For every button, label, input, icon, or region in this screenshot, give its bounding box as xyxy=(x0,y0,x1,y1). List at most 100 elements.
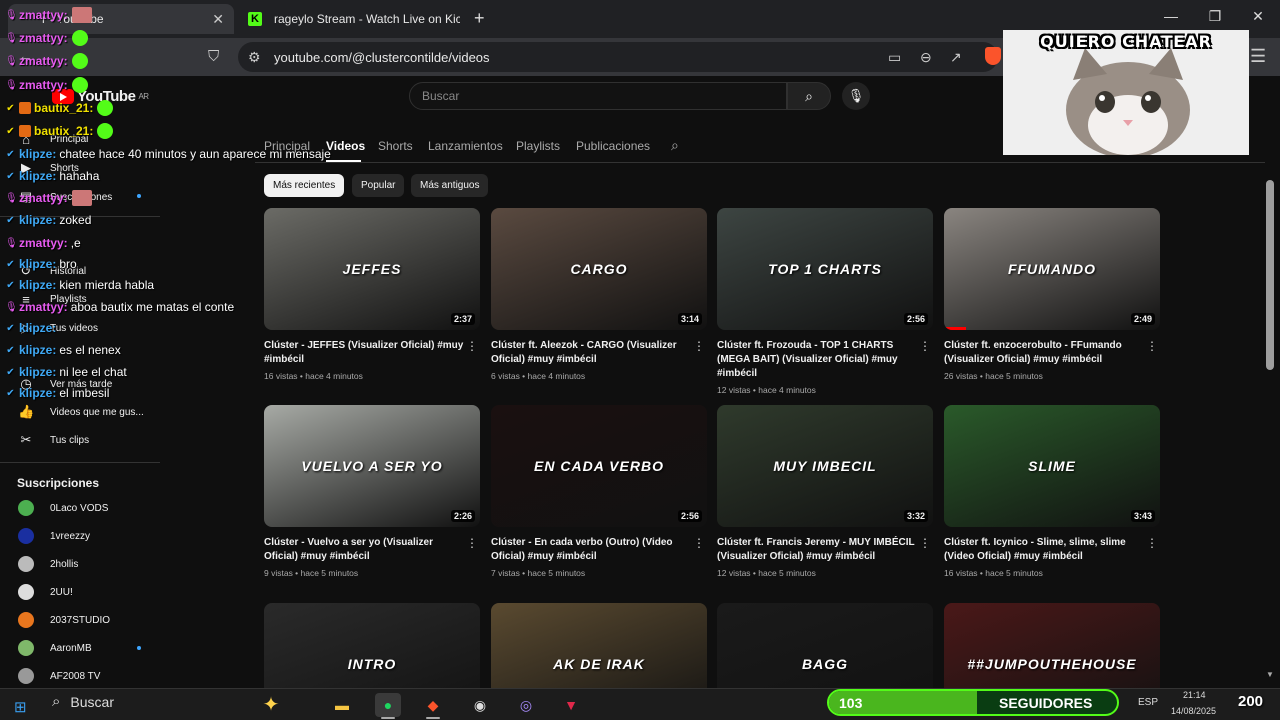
clock-time[interactable]: 21:14 xyxy=(1183,690,1206,700)
subscription-item[interactable]: 2UU! xyxy=(18,584,73,600)
video-thumbnail[interactable]: VUELVO A SER YO 2:26 xyxy=(264,405,480,527)
video-card[interactable]: JEFFES 2:37 Clúster - JEFFES (Visualizer O… xyxy=(264,208,480,381)
scrollbar[interactable] xyxy=(1266,180,1274,370)
share-icon[interactable]: ↗ xyxy=(950,49,962,66)
voice-search-button[interactable]: 🎙 xyxy=(842,82,870,110)
subscription-item[interactable]: 1vreezzy xyxy=(18,528,90,544)
obs-icon[interactable]: ◉ xyxy=(467,693,493,717)
chat-username[interactable]: zmattyy: xyxy=(19,31,68,45)
scroll-down-icon[interactable]: ▼ xyxy=(1266,670,1274,679)
video-card[interactable]: TOP 1 CHARTS 2:56 Clúster ft. Frozouda - T… xyxy=(717,208,933,395)
tab-publicaciones[interactable]: Publicaciones xyxy=(576,139,650,153)
discord-icon[interactable]: ◎ xyxy=(513,693,539,717)
video-thumbnail[interactable]: MUY IMBECIL 3:32 xyxy=(717,405,933,527)
copilot-sparkle-icon[interactable]: ✦ xyxy=(258,693,284,717)
video-thumbnail[interactable]: CARGO 3:14 xyxy=(491,208,707,330)
file-explorer-icon[interactable]: ▬ xyxy=(329,693,355,717)
close-tab-icon[interactable]: ✕ xyxy=(212,11,224,28)
brave-shield-icon[interactable] xyxy=(985,47,1001,65)
more-options-icon[interactable]: ⋮ xyxy=(693,339,705,353)
more-options-icon[interactable]: ⋮ xyxy=(919,536,931,550)
windows-start-icon[interactable]: ⊞ xyxy=(14,698,27,716)
spotify-icon[interactable]: ● xyxy=(375,693,401,717)
cast-icon[interactable]: ▭ xyxy=(888,49,901,66)
app-icon[interactable]: ▼ xyxy=(558,693,584,717)
more-options-icon[interactable]: ⋮ xyxy=(693,536,705,550)
video-title[interactable]: Clúster - En cada verbo (Outro) (Video O… xyxy=(491,536,691,564)
tab-lanzamientos[interactable]: Lanzamientos xyxy=(428,139,503,153)
chat-username[interactable]: zmattyy: xyxy=(19,300,68,314)
video-thumbnail[interactable]: TOP 1 CHARTS 2:56 xyxy=(717,208,933,330)
sidebar-item-liked-videos[interactable]: 👍 Videos que me gus... xyxy=(18,404,144,420)
subscription-item[interactable]: AaronMB xyxy=(18,640,92,656)
video-card[interactable]: CARGO 3:14 Clúster ft. Aleezok - CARGO (Vi… xyxy=(491,208,707,381)
video-thumbnail[interactable]: EN CADA VERBO 2:56 xyxy=(491,405,707,527)
chat-username[interactable]: zmattyy: xyxy=(19,191,68,205)
taskbar-search[interactable]: ⌕ Buscar xyxy=(52,693,114,710)
chat-username[interactable]: zmattyy: xyxy=(19,78,68,92)
more-options-icon[interactable]: ⋮ xyxy=(466,536,478,550)
tab-videos[interactable]: Videos xyxy=(326,139,365,153)
chip-mas-antiguos[interactable]: Más antiguos xyxy=(411,174,489,197)
chat-username[interactable]: zmattyy: xyxy=(19,8,68,22)
chip-mas-recientes[interactable]: Más recientes xyxy=(264,174,345,197)
video-title[interactable]: Clúster - JEFFES (Visualizer Oficial) #m… xyxy=(264,339,464,367)
video-card[interactable]: VUELVO A SER YO 2:26 Clúster - Vuelvo a se… xyxy=(264,405,480,578)
chat-username[interactable]: klipze: xyxy=(19,386,56,400)
zoom-icon[interactable]: ⊖ xyxy=(920,49,932,66)
channel-search-icon[interactable]: ⌕ xyxy=(671,137,679,154)
video-card[interactable]: MUY IMBECIL 3:32 Clúster ft. Francis Jerem… xyxy=(717,405,933,578)
subscription-item[interactable]: 2hollis xyxy=(18,556,78,572)
restore-icon[interactable]: ❐ xyxy=(1200,8,1230,25)
chat-username[interactable]: klipze: xyxy=(19,147,56,161)
sidebar-item-tus-clips[interactable]: ✂ Tus clips xyxy=(18,432,90,448)
video-title[interactable]: Clúster ft. Frozouda - TOP 1 CHARTS (MEG… xyxy=(717,339,917,381)
chat-username[interactable]: zmattyy: xyxy=(19,54,68,68)
subscription-item[interactable]: 2037STUDIO xyxy=(18,612,110,628)
tab-kick[interactable]: K rageylo Stream - Watch Live on Kick xyxy=(240,4,460,34)
brave-browser-icon[interactable]: ◆ xyxy=(420,693,446,717)
subscription-item[interactable]: 0Laco VODS xyxy=(18,500,108,516)
language-indicator[interactable]: ESP xyxy=(1138,697,1158,708)
new-tab-icon[interactable]: + xyxy=(474,8,485,29)
site-settings-icon[interactable]: ⚙ xyxy=(248,49,261,66)
chat-username[interactable]: klipze: xyxy=(19,278,56,292)
video-card[interactable]: SLIME 3:43 Clúster ft. Icynico - Slime, sl… xyxy=(944,405,1160,578)
chat-username[interactable]: bautix_21: xyxy=(34,101,93,115)
video-title[interactable]: Clúster ft. Aleezok - CARGO (Visualizer … xyxy=(491,339,691,367)
address-bar[interactable]: ⚙ youtube.com/@clustercontilde/videos ▭ … xyxy=(238,42,998,72)
chat-username[interactable]: klipze: xyxy=(19,365,56,379)
chip-popular[interactable]: Popular xyxy=(352,174,405,197)
more-options-icon[interactable]: ⋮ xyxy=(466,339,478,353)
clock-date[interactable]: 14/08/2025 xyxy=(1171,706,1216,716)
chat-username[interactable]: klipze: xyxy=(19,343,56,357)
video-thumbnail[interactable]: SLIME 3:43 xyxy=(944,405,1160,527)
search-input[interactable]: Buscar xyxy=(409,82,787,110)
tab-shorts[interactable]: Shorts xyxy=(378,139,413,153)
video-title[interactable]: Clúster ft. enzocerobulto - FFumando (Vi… xyxy=(944,339,1144,367)
video-thumbnail[interactable]: FFUMANDO 2:49 xyxy=(944,208,1160,330)
more-options-icon[interactable]: ⋮ xyxy=(919,339,931,353)
more-options-icon[interactable]: ⋮ xyxy=(1146,339,1158,353)
chat-username[interactable]: klipze: xyxy=(19,169,56,183)
chat-username[interactable]: zmattyy: xyxy=(19,236,68,250)
menu-icon[interactable]: ☰ xyxy=(1250,46,1266,67)
bookmark-icon[interactable]: ⛉ xyxy=(208,48,219,65)
search-button[interactable]: ⌕ xyxy=(787,82,831,110)
tab-playlists[interactable]: Playlists xyxy=(516,139,560,153)
chat-username[interactable]: klipze: xyxy=(19,257,56,271)
video-title[interactable]: Clúster ft. Icynico - Slime, slime, slim… xyxy=(944,536,1144,564)
close-window-icon[interactable]: ✕ xyxy=(1243,8,1273,25)
video-card[interactable]: FFUMANDO 2:49 Clúster ft. enzocerobulto - … xyxy=(944,208,1160,381)
minimize-icon[interactable]: — xyxy=(1156,8,1186,24)
thumbnail-text: FFUMANDO xyxy=(1007,261,1097,277)
video-card[interactable]: EN CADA VERBO 2:56 Clúster - En cada verbo… xyxy=(491,405,707,578)
subscription-item[interactable]: AF2008 TV xyxy=(18,668,100,684)
more-options-icon[interactable]: ⋮ xyxy=(1146,536,1158,550)
chat-username[interactable]: klipze: xyxy=(19,321,56,335)
video-title[interactable]: Clúster ft. Francis Jeremy - MUY IMBÉCIL… xyxy=(717,536,917,564)
video-title[interactable]: Clúster - Vuelvo a ser yo (Visualizer Of… xyxy=(264,536,464,564)
video-thumbnail[interactable]: JEFFES 2:37 xyxy=(264,208,480,330)
chat-username[interactable]: klipze: xyxy=(19,213,56,227)
chat-username[interactable]: bautix_21: xyxy=(34,124,93,138)
